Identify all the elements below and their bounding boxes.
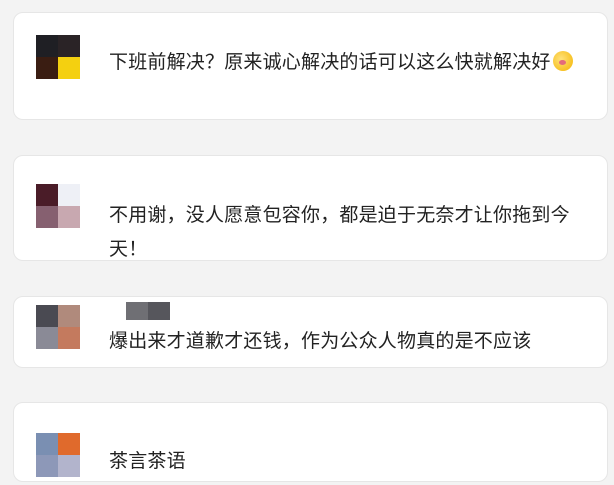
avatar[interactable]: [36, 35, 80, 79]
avatar-pixel: [58, 433, 80, 455]
avatar-pixel: [58, 305, 80, 327]
avatar-pixel: [58, 455, 80, 477]
comment-text: 爆出来才道歉才还钱，作为公众人物真的是不应该: [109, 330, 532, 352]
username-blurred[interactable]: [126, 302, 170, 320]
avatar-pixel: [36, 35, 58, 57]
face-savoring-food-emoji: [552, 51, 573, 71]
avatar-pixel: [36, 184, 58, 206]
avatar-pixel: [58, 327, 80, 349]
username-blur-block: [148, 302, 170, 320]
avatar-pixel: [58, 206, 80, 228]
comment-card[interactable]: 下班前解决？原来诚心解决的话可以这么快就解决好: [13, 12, 608, 120]
username-blur-block: [126, 302, 148, 320]
comment-card[interactable]: 不用谢，没人愿意包容你，都是迫于无奈才让你拖到今天！: [13, 155, 608, 261]
comment-text: 下班前解决？原来诚心解决的话可以这么快就解决好: [109, 45, 587, 79]
avatar-pixel: [36, 327, 58, 349]
avatar-pixel: [36, 57, 58, 79]
avatar-pixel: [58, 184, 80, 206]
avatar-pixel: [36, 305, 58, 327]
avatar-pixel: [36, 206, 58, 228]
avatar[interactable]: [36, 305, 80, 349]
avatar[interactable]: [36, 433, 80, 477]
avatar[interactable]: [36, 184, 80, 228]
comment-card[interactable]: 爆出来才道歉才还钱，作为公众人物真的是不应该: [13, 296, 608, 368]
comment-card[interactable]: 茶言茶语: [13, 402, 608, 482]
avatar-pixel: [58, 35, 80, 57]
avatar-pixel: [36, 433, 58, 455]
comment-text: 茶言茶语: [109, 450, 186, 472]
avatar-pixel: [58, 57, 80, 79]
avatar-pixel: [36, 455, 58, 477]
comment-body: 下班前解决？原来诚心解决的话可以这么快就解决好: [109, 51, 551, 73]
comment-text: 不用谢，没人愿意包容你，都是迫于无奈才让你拖到今天！: [109, 204, 570, 260]
